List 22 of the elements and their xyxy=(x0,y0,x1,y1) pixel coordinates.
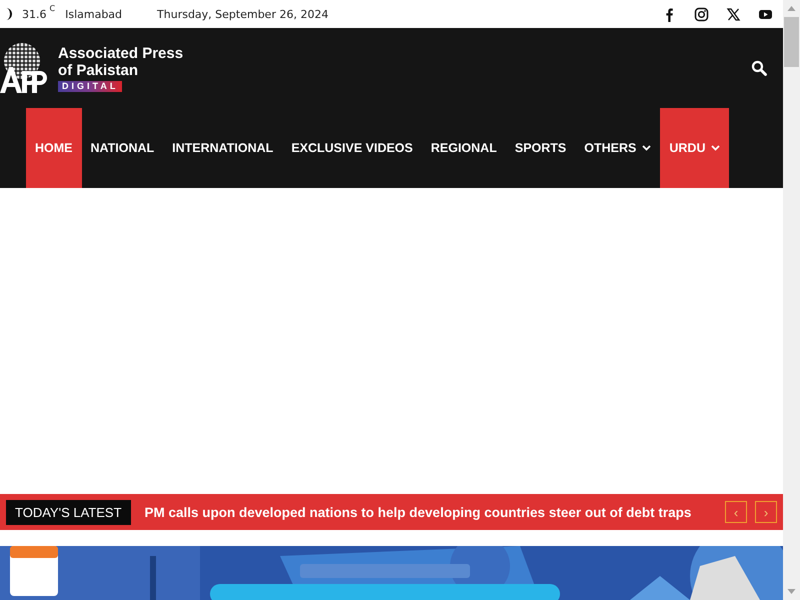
nav-tab[interactable]: URDU xyxy=(660,108,730,188)
nav-tab[interactable]: REGIONAL xyxy=(422,108,506,188)
nav-tab[interactable]: SPORTS xyxy=(506,108,576,188)
temperature: 31.6 xyxy=(22,8,46,20)
moon-icon xyxy=(4,8,14,20)
city-name: Islamabad xyxy=(65,8,122,20)
current-date: Thursday, September 26, 2024 xyxy=(157,8,328,20)
ticker-label: TODAY'S LATEST xyxy=(6,500,131,524)
scrollbar-thumb[interactable] xyxy=(784,17,799,67)
x-logo-icon[interactable] xyxy=(726,6,741,22)
nav-tab[interactable]: NATIONAL xyxy=(82,108,164,188)
logo-tagline: DIGITAL xyxy=(58,80,122,92)
temperature-unit: C xyxy=(50,4,56,12)
logo-subtitle: of Pakistan xyxy=(58,62,140,78)
nav-tab[interactable]: OTHERS xyxy=(575,108,660,188)
instagram-icon[interactable] xyxy=(694,6,709,22)
nav-tab[interactable]: EXCLUSIVE VIDEOS xyxy=(282,108,422,188)
nav-tab[interactable]: HOME xyxy=(26,108,82,188)
search-icon[interactable] xyxy=(751,60,767,76)
logo-title: Associated Press xyxy=(58,44,184,62)
ticker-headline[interactable]: PM calls upon developed nations to help developing countries steer out of debt traps xyxy=(144,504,692,520)
nav-tab[interactable]: INTERNATIONAL xyxy=(163,108,282,188)
